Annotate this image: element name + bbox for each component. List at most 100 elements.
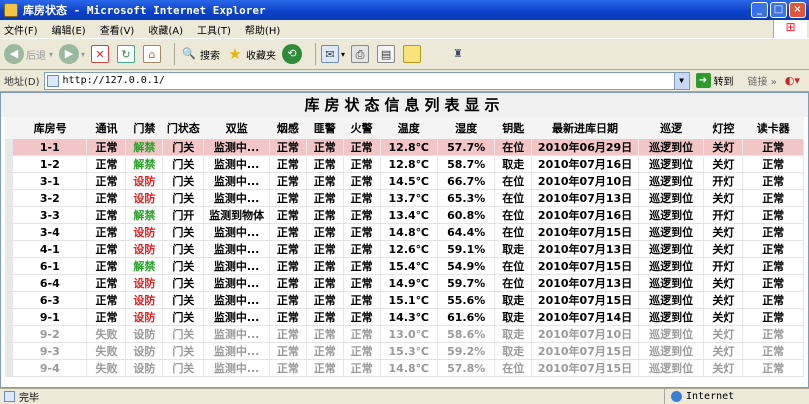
address-dropdown-icon[interactable]: ▼ bbox=[673, 72, 689, 89]
table-cell: 关灯 bbox=[703, 359, 744, 378]
edit-page-icon: ▤ bbox=[377, 45, 396, 63]
table-cell: 59.7% bbox=[437, 274, 496, 293]
links-button[interactable]: 链接 » bbox=[748, 73, 777, 88]
table-cell: 正常 bbox=[306, 240, 344, 259]
address-input[interactable]: http://127.0.0.1/ ▼ bbox=[43, 71, 690, 90]
table-cell: 巡逻到位 bbox=[638, 257, 705, 276]
table-row[interactable]: 6-4 正常 设防 门关 监测中... 正常 正常 正常 14.9℃ 59.7% 在位 2010年07… bbox=[5, 274, 804, 293]
refresh-icon: ↻ bbox=[117, 45, 136, 63]
menu-file[interactable]: 文件(F) bbox=[4, 22, 38, 37]
table-cell: 正常 bbox=[343, 359, 381, 378]
history-button[interactable]: ⟲ bbox=[282, 44, 304, 64]
close-button[interactable]: × bbox=[789, 2, 806, 18]
table-row[interactable]: 9-4 失败 设防 门关 监测中... 正常 正常 正常 14.8℃ 57.8% 在位 2010年07… bbox=[5, 359, 804, 378]
row-selector[interactable] bbox=[5, 189, 14, 208]
edit-button[interactable]: ▤ bbox=[377, 45, 397, 63]
table-cell: 开灯 bbox=[703, 257, 744, 276]
menu-bar: 文件(F) 编辑(E) 查看(V) 收藏(A) 工具(T) 帮助(H) ⊞ bbox=[0, 20, 809, 38]
table-cell: 正常 bbox=[742, 257, 804, 276]
refresh-button[interactable]: ↻ bbox=[117, 45, 137, 63]
row-selector[interactable] bbox=[5, 359, 14, 378]
table-cell: 正常 bbox=[742, 139, 804, 157]
table-cell: 正常 bbox=[343, 308, 381, 327]
table-cell: 1-1 bbox=[13, 139, 88, 157]
row-selector[interactable] bbox=[5, 206, 14, 225]
table-cell: 监测中... bbox=[203, 308, 270, 327]
row-selector[interactable] bbox=[5, 308, 14, 327]
table-cell: 关灯 bbox=[703, 223, 744, 242]
discuss-button[interactable] bbox=[403, 45, 423, 63]
table-cell: 正常 bbox=[306, 155, 344, 174]
back-button[interactable]: ◀ 后退 ▾ bbox=[4, 44, 53, 64]
table-row[interactable]: 1-1 正常 解禁 门关 监测中... 正常 正常 正常 12.8℃ 57.7% 在位 2010年06… bbox=[5, 139, 804, 157]
menu-favorites[interactable]: 收藏(A) bbox=[148, 22, 183, 37]
table-cell: 正常 bbox=[306, 291, 344, 310]
table-cell: 关灯 bbox=[703, 325, 744, 344]
table-row[interactable]: 9-3 失败 设防 门关 监测中... 正常 正常 正常 15.3℃ 59.2% 取走 2010年07… bbox=[5, 342, 804, 361]
maximize-button[interactable]: □ bbox=[770, 2, 787, 18]
forward-arrow-icon: ▶ bbox=[59, 44, 80, 64]
row-selector[interactable] bbox=[5, 155, 14, 174]
table-cell: 门关 bbox=[162, 308, 205, 327]
table-row[interactable]: 6-1 正常 解禁 门关 监测中... 正常 正常 正常 15.4℃ 54.9% 在位 2010年07… bbox=[5, 257, 804, 276]
table-row[interactable]: 3-2 正常 设防 门关 监测中... 正常 正常 正常 13.7℃ 65.3% 在位 2010年07… bbox=[5, 189, 804, 208]
table-cell: 门关 bbox=[162, 172, 205, 191]
search-button[interactable]: 🔍 搜索 bbox=[180, 45, 220, 63]
table-cell: 关灯 bbox=[703, 274, 744, 293]
table-cell: 13.0℃ bbox=[380, 325, 438, 344]
mail-dropdown-icon[interactable]: ▾ bbox=[341, 50, 345, 59]
print-button[interactable]: ⎙ bbox=[351, 45, 371, 63]
toolbar-extension-icon[interactable]: ◐▾ bbox=[785, 74, 800, 87]
favorites-button[interactable]: ★ 收藏夹 bbox=[226, 45, 276, 63]
menu-tools[interactable]: 工具(T) bbox=[197, 22, 231, 37]
table-cell: 巡逻到位 bbox=[638, 172, 705, 191]
table-cell: 正常 bbox=[269, 240, 307, 259]
table-cell: 正常 bbox=[269, 155, 307, 174]
go-button[interactable]: ➜ 转到 bbox=[695, 73, 734, 88]
row-selector[interactable] bbox=[5, 325, 14, 344]
table-row[interactable]: 9-2 失败 设防 门关 监测中... 正常 正常 正常 13.0℃ 58.6% 取走 2010年07… bbox=[5, 325, 804, 344]
forward-dropdown-icon[interactable]: ▾ bbox=[81, 50, 85, 59]
row-selector[interactable] bbox=[5, 257, 14, 276]
table-cell: 正常 bbox=[269, 359, 307, 378]
menu-edit[interactable]: 编辑(E) bbox=[52, 22, 86, 37]
stop-button[interactable]: ✕ bbox=[91, 45, 111, 63]
table-cell: 9-3 bbox=[13, 342, 88, 361]
table-cell: 正常 bbox=[306, 206, 344, 225]
print-icon: ⎙ bbox=[351, 45, 370, 63]
mail-button[interactable]: ✉ ▾ bbox=[321, 45, 345, 63]
table-cell: 监测中... bbox=[203, 274, 270, 293]
row-selector[interactable] bbox=[5, 274, 14, 293]
row-selector[interactable] bbox=[5, 342, 14, 361]
forward-button[interactable]: ▶ ▾ bbox=[59, 44, 85, 64]
table-cell: 正常 bbox=[343, 342, 381, 361]
row-selector[interactable] bbox=[5, 223, 14, 242]
table-row[interactable]: 6-3 正常 设防 门关 监测中... 正常 正常 正常 15.1℃ 55.6% 取走 2010年07… bbox=[5, 291, 804, 310]
home-button[interactable]: ⌂ bbox=[143, 45, 163, 63]
table-row[interactable]: 3-1 正常 设防 门关 监测中... 正常 正常 正常 14.5℃ 66.7% 在位 2010年07… bbox=[5, 172, 804, 191]
table-row[interactable]: 4-1 正常 设防 门关 监测中... 正常 正常 正常 12.6℃ 59.1% 取走 2010年07… bbox=[5, 240, 804, 259]
messenger-button[interactable]: ♜ bbox=[449, 45, 469, 63]
table-row[interactable]: 1-2 正常 解禁 门关 监测中... 正常 正常 正常 12.8℃ 58.7% 取走 2010年07… bbox=[5, 155, 804, 174]
row-selector[interactable] bbox=[5, 240, 14, 259]
table-row[interactable]: 9-1 正常 设防 门关 监测中... 正常 正常 正常 14.3℃ 61.6% 取走 2010年07… bbox=[5, 308, 804, 327]
back-dropdown-icon[interactable]: ▾ bbox=[49, 50, 53, 59]
table-row[interactable]: 3-4 正常 设防 门关 监测中... 正常 正常 正常 14.8℃ 64.4% 在位 2010年07… bbox=[5, 223, 804, 242]
table-cell: 监测中... bbox=[203, 359, 270, 378]
row-selector[interactable] bbox=[5, 139, 14, 157]
table-cell: 正常 bbox=[343, 240, 381, 259]
table-cell: 正常 bbox=[86, 274, 127, 293]
home-icon: ⌂ bbox=[143, 45, 162, 63]
table-cell: 解禁 bbox=[125, 257, 164, 276]
table-cell: 正常 bbox=[306, 308, 344, 327]
row-selector[interactable] bbox=[5, 291, 14, 310]
row-selector[interactable] bbox=[5, 172, 14, 191]
minimize-button[interactable]: _ bbox=[751, 2, 768, 18]
col-header: 门状态 bbox=[162, 117, 204, 139]
table-cell: 门关 bbox=[162, 240, 205, 259]
menu-view[interactable]: 查看(V) bbox=[100, 22, 135, 37]
table-cell: 巡逻到位 bbox=[638, 139, 705, 157]
table-row[interactable]: 3-3 正常 解禁 门开 监测到物体 正常 正常 正常 13.4℃ 60.8% 在位 2010年07月… bbox=[5, 206, 804, 225]
menu-help[interactable]: 帮助(H) bbox=[245, 22, 280, 37]
table-cell: 4-1 bbox=[13, 240, 88, 259]
